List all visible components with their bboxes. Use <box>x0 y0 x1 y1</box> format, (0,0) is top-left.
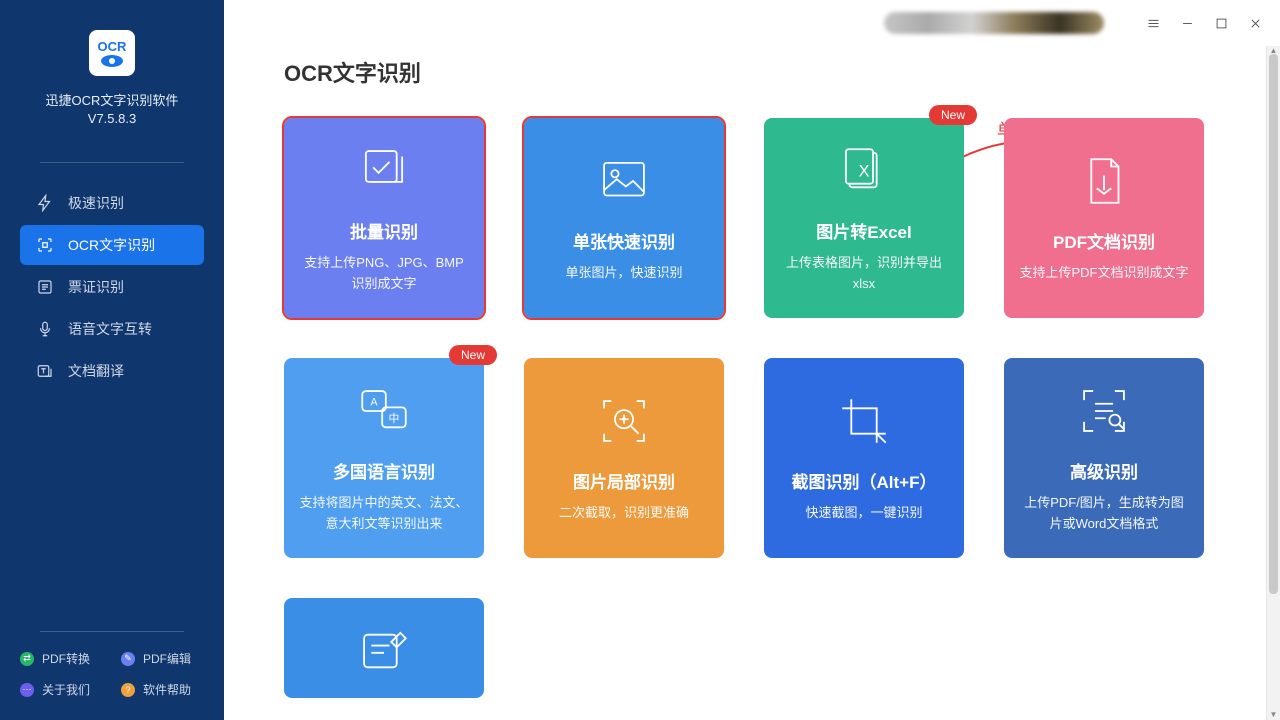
card-single[interactable]: 单张快速识别 单张图片，快速识别 <box>524 118 724 318</box>
language-icon: A中 <box>355 382 413 440</box>
close-button[interactable] <box>1240 8 1270 38</box>
sidebar-menu: 极速识别 OCR文字识别 票证识别 语音文字互转 文档翻译 <box>0 183 224 393</box>
cards-grid: 批量识别 支持上传PNG、JPG、BMP识别成文字 单张快速识别 单张图片，快速… <box>284 118 1220 698</box>
user-area-blurred <box>884 12 1104 34</box>
divider <box>40 162 184 163</box>
link-label: 软件帮助 <box>143 681 191 698</box>
card-desc: 快速截图，一键识别 <box>805 503 922 524</box>
card-desc: 上传PDF/图片，生成转为图片或Word文档格式 <box>1018 493 1190 535</box>
link-label: PDF编辑 <box>143 650 191 667</box>
scrollbar-thumb[interactable] <box>1269 54 1278 594</box>
help-icon: ? <box>121 683 135 697</box>
link-help[interactable]: ? 软件帮助 <box>121 681 204 698</box>
scroll-down-icon[interactable]: ▼ <box>1267 710 1280 720</box>
edit-icon: ✎ <box>121 652 135 666</box>
scrollbar[interactable]: ▲ ▼ <box>1266 46 1280 720</box>
link-label: PDF转换 <box>42 650 90 667</box>
sidebar-item-translate[interactable]: 文档翻译 <box>20 351 204 391</box>
excel-icon: X <box>835 142 893 200</box>
sidebar-item-ticket[interactable]: 票证识别 <box>20 267 204 307</box>
logo-area: OCR 迅捷OCR文字识别软件 V7.5.8.3 <box>0 0 224 144</box>
card-desc: 支持将图片中的英文、法文、意大利文等识别出来 <box>298 493 470 535</box>
advanced-icon <box>1075 382 1133 440</box>
sidebar-item-speed[interactable]: 极速识别 <box>20 183 204 223</box>
card-screenshot[interactable]: 截图识别（Alt+F） 快速截图，一键识别 <box>764 358 964 558</box>
card-title: 高级识别 <box>1070 458 1138 483</box>
convert-icon: ⇄ <box>20 652 34 666</box>
crop-icon <box>835 392 893 450</box>
card-title: 图片转Excel <box>816 218 911 243</box>
card-desc: 支持上传PNG、JPG、BMP识别成文字 <box>298 253 470 295</box>
card-desc: 二次截取，识别更准确 <box>559 503 689 524</box>
card-title: 图片局部识别 <box>573 468 675 493</box>
bolt-icon <box>36 194 54 212</box>
main: OCR文字识别 单张识别为例 批量识别 支持上传PNG、JPG、BMP识别成文字… <box>224 0 1280 720</box>
about-icon: ⋯ <box>20 683 34 697</box>
scan-icon <box>36 236 54 254</box>
link-pdf-edit[interactable]: ✎ PDF编辑 <box>121 650 204 667</box>
card-multilang[interactable]: New A中 多国语言识别 支持将图片中的英文、法文、意大利文等识别出来 <box>284 358 484 558</box>
translate-icon <box>36 362 54 380</box>
menu-button[interactable] <box>1138 8 1168 38</box>
document-icon <box>36 278 54 296</box>
card-title: 截图识别（Alt+F） <box>792 468 937 493</box>
new-badge: New <box>449 345 497 365</box>
sidebar-item-label: 文档翻译 <box>68 361 124 381</box>
divider <box>40 631 184 632</box>
card-desc: 支持上传PDF文档识别成文字 <box>1019 263 1188 284</box>
sidebar-item-label: 极速识别 <box>68 193 124 213</box>
titlebar <box>224 0 1280 46</box>
link-pdf-convert[interactable]: ⇄ PDF转换 <box>20 650 103 667</box>
card-title: PDF文档识别 <box>1053 228 1155 253</box>
sidebar-item-label: 票证识别 <box>68 277 124 297</box>
svg-text:A: A <box>370 396 378 408</box>
image-icon <box>595 152 653 210</box>
new-badge: New <box>929 105 977 125</box>
maximize-button[interactable] <box>1206 8 1236 38</box>
checklist-icon <box>355 142 413 200</box>
app-name: 迅捷OCR文字识别软件 <box>0 90 224 109</box>
content: OCR文字识别 单张识别为例 批量识别 支持上传PNG、JPG、BMP识别成文字… <box>224 46 1280 698</box>
card-excel[interactable]: New X 图片转Excel 上传表格图片，识别并导出xlsx <box>764 118 964 318</box>
link-label: 关于我们 <box>42 681 90 698</box>
sidebar-item-label: OCR文字识别 <box>68 235 155 255</box>
card-title: 批量识别 <box>350 218 418 243</box>
card-pdf[interactable]: PDF文档识别 支持上传PDF文档识别成文字 <box>1004 118 1204 318</box>
sidebar-item-label: 语音文字互转 <box>68 319 152 339</box>
app-version: V7.5.8.3 <box>0 111 224 126</box>
zoom-scan-icon <box>595 392 653 450</box>
card-title: 多国语言识别 <box>333 458 435 483</box>
pdf-icon <box>1075 152 1133 210</box>
minimize-button[interactable] <box>1172 8 1202 38</box>
sidebar-bottom: ⇄ PDF转换 ✎ PDF编辑 ⋯ 关于我们 ? 软件帮助 <box>0 631 224 720</box>
card-title: 单张快速识别 <box>573 228 675 253</box>
svg-text:X: X <box>859 162 870 180</box>
card-region[interactable]: 图片局部识别 二次截取，识别更准确 <box>524 358 724 558</box>
card-extra[interactable] <box>284 598 484 698</box>
edit-note-icon <box>355 622 413 680</box>
card-advanced[interactable]: 高级识别 上传PDF/图片，生成转为图片或Word文档格式 <box>1004 358 1204 558</box>
card-desc: 单张图片，快速识别 <box>565 263 682 284</box>
mic-icon <box>36 320 54 338</box>
link-about[interactable]: ⋯ 关于我们 <box>20 681 103 698</box>
sidebar: OCR 迅捷OCR文字识别软件 V7.5.8.3 极速识别 OCR文字识别 票证… <box>0 0 224 720</box>
card-desc: 上传表格图片，识别并导出xlsx <box>778 253 950 295</box>
card-batch[interactable]: 批量识别 支持上传PNG、JPG、BMP识别成文字 <box>284 118 484 318</box>
app-logo: OCR <box>89 30 135 76</box>
sidebar-item-voice[interactable]: 语音文字互转 <box>20 309 204 349</box>
sidebar-item-ocr[interactable]: OCR文字识别 <box>20 225 204 265</box>
page-title: OCR文字识别 <box>284 56 1220 88</box>
svg-text:中: 中 <box>389 412 400 425</box>
